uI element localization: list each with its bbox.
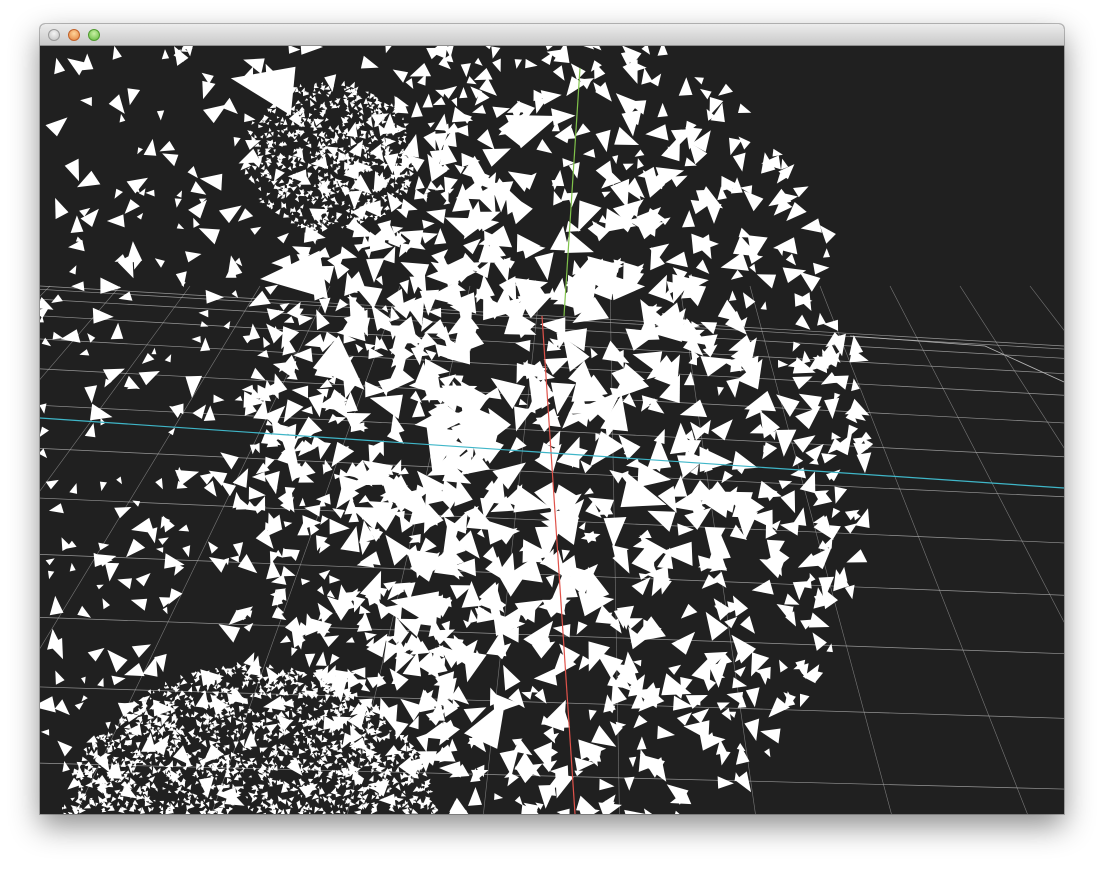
scene-canvas[interactable] — [40, 46, 1064, 814]
close-button[interactable] — [48, 29, 60, 41]
app-window — [40, 24, 1064, 814]
minimize-button[interactable] — [68, 29, 80, 41]
zoom-button[interactable] — [88, 29, 100, 41]
3d-viewport[interactable] — [40, 46, 1064, 814]
title-bar[interactable] — [40, 24, 1064, 46]
